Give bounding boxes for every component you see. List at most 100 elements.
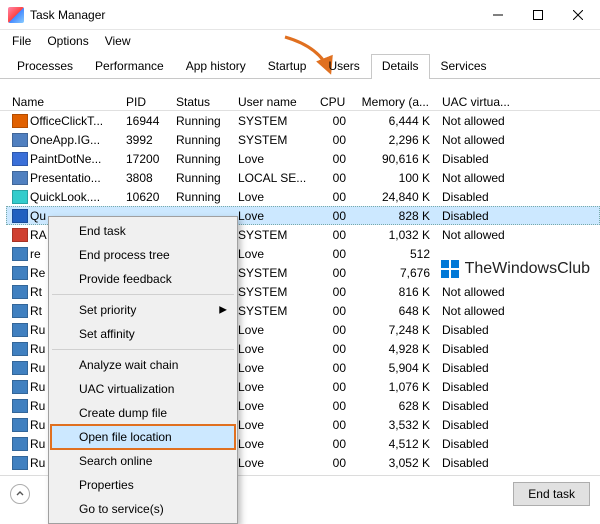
cell-uac: Disabled: [436, 323, 526, 337]
table-row[interactable]: PaintDotNe...17200RunningLove0090,616 KD…: [6, 149, 600, 168]
process-icon: [12, 190, 28, 204]
ctx-search[interactable]: Search online: [51, 449, 235, 473]
menu-options[interactable]: Options: [41, 32, 94, 50]
tab-services[interactable]: Services: [430, 54, 498, 78]
cell-user: SYSTEM: [232, 133, 314, 147]
cell-uac: Disabled: [436, 437, 526, 451]
maximize-button[interactable]: [518, 1, 558, 29]
ctx-end-task[interactable]: End task: [51, 219, 235, 243]
tab-startup[interactable]: Startup: [257, 54, 318, 78]
cell-uac: Not allowed: [436, 285, 526, 299]
cell-pid: 16944: [120, 114, 170, 128]
ctx-analyze[interactable]: Analyze wait chain: [51, 353, 235, 377]
cell-mem: 512: [352, 247, 436, 261]
cell-uac: Disabled: [436, 361, 526, 375]
cell-mem: 1,032 K: [352, 228, 436, 242]
cell-status: Running: [170, 190, 232, 204]
menu-file[interactable]: File: [6, 32, 37, 50]
cell-cpu: 00: [314, 266, 352, 280]
ctx-priority[interactable]: Set priority ▶: [51, 298, 235, 322]
ctx-affinity[interactable]: Set affinity: [51, 322, 235, 346]
cell-status: Running: [170, 152, 232, 166]
col-cpu[interactable]: CPU: [314, 95, 352, 109]
cell-mem: 1,076 K: [352, 380, 436, 394]
cell-name: PaintDotNe...: [6, 152, 120, 166]
titlebar: Task Manager: [0, 0, 600, 30]
menu-view[interactable]: View: [99, 32, 137, 50]
process-icon: [12, 304, 28, 318]
cell-uac: Disabled: [436, 152, 526, 166]
cell-mem: 816 K: [352, 285, 436, 299]
cell-user: Love: [232, 361, 314, 375]
cell-user: Love: [232, 437, 314, 451]
tab-app-history[interactable]: App history: [175, 54, 257, 78]
context-menu: End task End process tree Provide feedba…: [48, 216, 238, 524]
cell-user: Love: [232, 247, 314, 261]
cell-cpu: 00: [314, 437, 352, 451]
ctx-goto-services[interactable]: Go to service(s): [51, 497, 235, 521]
cell-mem: 90,616 K: [352, 152, 436, 166]
cell-mem: 7,676: [352, 266, 436, 280]
tab-processes[interactable]: Processes: [6, 54, 84, 78]
cell-user: Love: [232, 209, 314, 223]
ctx-properties[interactable]: Properties: [51, 473, 235, 497]
watermark-text: TheWindowsClub: [465, 260, 590, 278]
menubar: File Options View: [0, 30, 600, 54]
cell-user: Love: [232, 418, 314, 432]
cell-name: QuickLook....: [6, 190, 120, 204]
process-icon: [12, 247, 28, 261]
cell-user: SYSTEM: [232, 266, 314, 280]
col-uac[interactable]: UAC virtua...: [436, 95, 526, 109]
cell-cpu: 00: [314, 152, 352, 166]
app-icon: [8, 7, 24, 23]
col-status[interactable]: Status: [170, 95, 232, 109]
cell-cpu: 00: [314, 456, 352, 470]
table-row[interactable]: Presentatio...3808RunningLOCAL SE...0010…: [6, 168, 600, 187]
table-row[interactable]: QuickLook....10620RunningLove0024,840 KD…: [6, 187, 600, 206]
cell-uac: Not allowed: [436, 228, 526, 242]
expand-button[interactable]: [10, 484, 30, 504]
cell-user: Love: [232, 190, 314, 204]
cell-cpu: 00: [314, 342, 352, 356]
tab-details[interactable]: Details: [371, 54, 430, 79]
cell-uac: Disabled: [436, 209, 526, 223]
table-row[interactable]: OneApp.IG...3992RunningSYSTEM002,296 KNo…: [6, 130, 600, 149]
cell-mem: 628 K: [352, 399, 436, 413]
process-icon: [12, 114, 28, 128]
end-task-button[interactable]: End task: [513, 482, 590, 506]
cell-uac: Not allowed: [436, 114, 526, 128]
col-user[interactable]: User name: [232, 95, 314, 109]
ctx-feedback[interactable]: Provide feedback: [51, 267, 235, 291]
col-mem[interactable]: Memory (a...: [352, 95, 436, 109]
cell-user: SYSTEM: [232, 114, 314, 128]
cell-uac: Disabled: [436, 380, 526, 394]
ctx-open-file-location[interactable]: Open file location: [51, 425, 235, 449]
process-icon: [12, 342, 28, 356]
process-icon: [12, 456, 28, 470]
cell-cpu: 00: [314, 323, 352, 337]
cell-cpu: 00: [314, 228, 352, 242]
ctx-end-tree[interactable]: End process tree: [51, 243, 235, 267]
cell-cpu: 00: [314, 247, 352, 261]
process-icon: [12, 133, 28, 147]
cell-cpu: 00: [314, 209, 352, 223]
cell-user: Love: [232, 323, 314, 337]
cell-uac: Disabled: [436, 456, 526, 470]
ctx-dump[interactable]: Create dump file: [51, 401, 235, 425]
tab-users[interactable]: Users: [317, 54, 370, 78]
process-icon: [12, 228, 28, 242]
cell-mem: 5,904 K: [352, 361, 436, 375]
cell-cpu: 00: [314, 304, 352, 318]
table-row[interactable]: OfficeClickT...16944RunningSYSTEM006,444…: [6, 111, 600, 130]
col-name[interactable]: Name: [6, 95, 120, 109]
tab-performance[interactable]: Performance: [84, 54, 175, 78]
minimize-button[interactable]: [478, 1, 518, 29]
process-icon: [12, 437, 28, 451]
close-button[interactable]: [558, 1, 598, 29]
ctx-uac[interactable]: UAC virtualization: [51, 377, 235, 401]
col-pid[interactable]: PID: [120, 95, 170, 109]
cell-user: Love: [232, 342, 314, 356]
process-icon: [12, 361, 28, 375]
cell-mem: 6,444 K: [352, 114, 436, 128]
cell-uac: Not allowed: [436, 171, 526, 185]
